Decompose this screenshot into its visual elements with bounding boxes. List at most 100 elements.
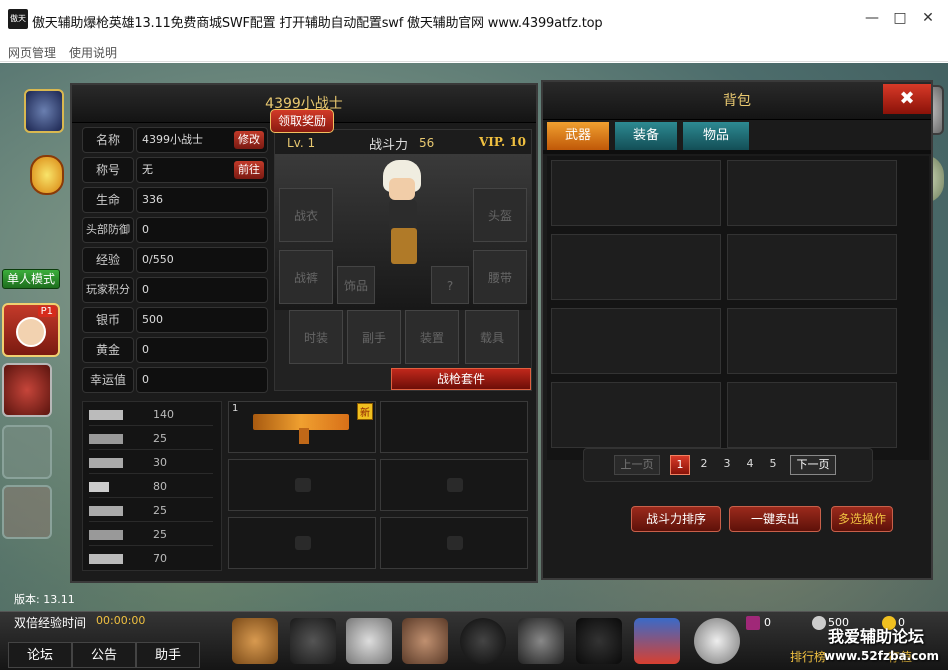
bag-cell[interactable] bbox=[727, 382, 897, 448]
close-button[interactable]: ✕ bbox=[918, 8, 938, 28]
tab-equipment[interactable]: 装备 bbox=[615, 122, 677, 150]
player4-avatar[interactable] bbox=[2, 485, 52, 539]
lock-icon bbox=[447, 536, 463, 550]
tab-announcement[interactable]: 公告 bbox=[72, 642, 136, 668]
page-2-button[interactable]: 2 bbox=[694, 455, 714, 475]
vehicle-slot[interactable]: 载具 bbox=[465, 310, 519, 364]
inventory-slot-4[interactable] bbox=[380, 459, 528, 511]
backpack-icon[interactable] bbox=[232, 618, 278, 664]
tab-assistant[interactable]: 助手 bbox=[136, 642, 200, 668]
list-item: 80 bbox=[89, 476, 213, 498]
heavy-gun-icon bbox=[89, 554, 123, 564]
bag-cell[interactable] bbox=[551, 308, 721, 374]
stat-label: 名称 bbox=[82, 127, 134, 153]
edit-name-button[interactable]: 修改 bbox=[234, 131, 264, 149]
pants-slot[interactable]: 战裤 bbox=[279, 250, 333, 304]
watermark-url: www.52fzba.com bbox=[824, 649, 940, 663]
stat-value: 336 bbox=[136, 187, 268, 213]
lock-icon bbox=[447, 478, 463, 492]
tab-forum[interactable]: 论坛 bbox=[8, 642, 72, 668]
stat-row-title: 称号 无 前往 bbox=[82, 157, 268, 183]
shotgun-icon bbox=[89, 506, 123, 516]
player2-avatar[interactable] bbox=[2, 363, 52, 417]
castle-icon[interactable] bbox=[24, 89, 64, 133]
stat-row-name: 名称 4399小战士 修改 bbox=[82, 127, 268, 153]
bag-cell[interactable] bbox=[727, 234, 897, 300]
tab-weapons[interactable]: 武器 bbox=[547, 122, 609, 150]
player1-avatar[interactable]: P1 bbox=[2, 303, 60, 357]
gun-set-button[interactable]: 战枪套件 bbox=[391, 368, 531, 390]
inventory-slot-2[interactable] bbox=[380, 401, 528, 453]
sort-by-power-button[interactable]: 战斗力排序 bbox=[631, 506, 721, 532]
accessory-slot[interactable]: 饰品 bbox=[337, 266, 375, 304]
goto-title-button[interactable]: 前往 bbox=[234, 161, 264, 179]
power-value: 56 bbox=[419, 136, 435, 150]
claim-reward-button[interactable]: 领取奖励 bbox=[270, 109, 334, 133]
maximize-button[interactable]: □ bbox=[890, 8, 910, 28]
smg-icon bbox=[89, 458, 123, 468]
page-3-button[interactable]: 3 bbox=[717, 455, 737, 475]
list-item: 25 bbox=[89, 524, 213, 546]
sell-all-button[interactable]: 一键卖出 bbox=[729, 506, 821, 532]
page-1-button[interactable]: 1 bbox=[670, 455, 690, 475]
pistol-icon bbox=[89, 482, 109, 492]
helmet-slot[interactable]: 头盔 bbox=[473, 188, 527, 242]
stat-row-gold: 黄金 0 bbox=[82, 337, 268, 363]
character-body-icon bbox=[389, 200, 417, 230]
page-4-button[interactable]: 4 bbox=[740, 455, 760, 475]
title-bar: 傲天 傲天辅助爆枪英雄13.11免费商城SWF配置 打开辅助自动配置swf 傲天… bbox=[0, 0, 948, 40]
armor-icon[interactable] bbox=[290, 618, 336, 664]
single-player-mode-label[interactable]: 单人模式 bbox=[2, 269, 60, 289]
next-page-button[interactable]: 下一页 bbox=[790, 455, 836, 475]
settings-gear-icon[interactable] bbox=[694, 618, 740, 664]
inventory-slot-3[interactable] bbox=[228, 459, 376, 511]
list-item: 140 bbox=[89, 404, 213, 426]
slot-count: 1 bbox=[232, 403, 239, 414]
stat-value: 0 bbox=[136, 277, 268, 303]
power-label: 战斗力 bbox=[369, 138, 409, 153]
page-5-button[interactable]: 5 bbox=[763, 455, 783, 475]
lock-icon bbox=[295, 478, 311, 492]
stat-row-hp: 生命 336 bbox=[82, 187, 268, 213]
unknown-slot[interactable]: ? bbox=[431, 266, 469, 304]
minimize-button[interactable]: — bbox=[862, 8, 882, 28]
character-panel: 4399小战士 名称 4399小战士 修改 称号 无 前往 生命 336 头部防… bbox=[70, 83, 538, 583]
mask-icon[interactable] bbox=[460, 618, 506, 664]
prev-page-button[interactable]: 上一页 bbox=[614, 455, 660, 475]
shop-icon[interactable] bbox=[634, 618, 680, 664]
player3-avatar[interactable] bbox=[2, 425, 52, 479]
offhand-slot[interactable]: 副手 bbox=[347, 310, 401, 364]
fashion-slot[interactable]: 时装 bbox=[289, 310, 343, 364]
multi-select-button[interactable]: 多选操作 bbox=[831, 506, 893, 532]
bag-cell[interactable] bbox=[727, 308, 897, 374]
stat-value: 无 前往 bbox=[136, 157, 268, 183]
stat-row-silver: 银币 500 bbox=[82, 307, 268, 333]
inventory-slot-6[interactable] bbox=[380, 517, 528, 569]
armor-slot[interactable]: 战衣 bbox=[279, 188, 333, 242]
inventory-slot-5[interactable] bbox=[228, 517, 376, 569]
bag-cell[interactable] bbox=[551, 382, 721, 448]
leaderboard-button[interactable]: 排行榜 bbox=[790, 648, 826, 665]
device-slot[interactable]: 装置 bbox=[405, 310, 459, 364]
bag-cell[interactable] bbox=[551, 234, 721, 300]
player1-face-icon bbox=[16, 317, 46, 347]
scroll-icon[interactable] bbox=[346, 618, 392, 664]
tab-items[interactable]: 物品 bbox=[683, 122, 749, 150]
backpack-close-button[interactable]: ✖ bbox=[883, 84, 931, 114]
bag-cell[interactable] bbox=[727, 160, 897, 226]
player-title: 无 bbox=[142, 163, 153, 176]
inventory-slot-1[interactable]: 1 新 bbox=[228, 401, 376, 453]
badge-icon[interactable] bbox=[30, 155, 64, 195]
stat-value: 0/550 bbox=[136, 247, 268, 273]
bag-cell[interactable] bbox=[551, 160, 721, 226]
menu-item-page-manage[interactable]: 网页管理 bbox=[8, 44, 56, 61]
bullets-icon[interactable] bbox=[518, 618, 564, 664]
stat-label: 称号 bbox=[82, 157, 134, 183]
hammer-icon[interactable] bbox=[402, 618, 448, 664]
stat-value: 500 bbox=[136, 307, 268, 333]
pagination-bar: 上一页 1 2 3 4 5 下一页 bbox=[583, 448, 873, 482]
menu-item-instructions[interactable]: 使用说明 bbox=[69, 44, 117, 61]
belt-slot[interactable]: 腰带 bbox=[473, 250, 527, 304]
weapon-value: 70 bbox=[153, 552, 167, 565]
hooded-figure-icon[interactable] bbox=[576, 618, 622, 664]
